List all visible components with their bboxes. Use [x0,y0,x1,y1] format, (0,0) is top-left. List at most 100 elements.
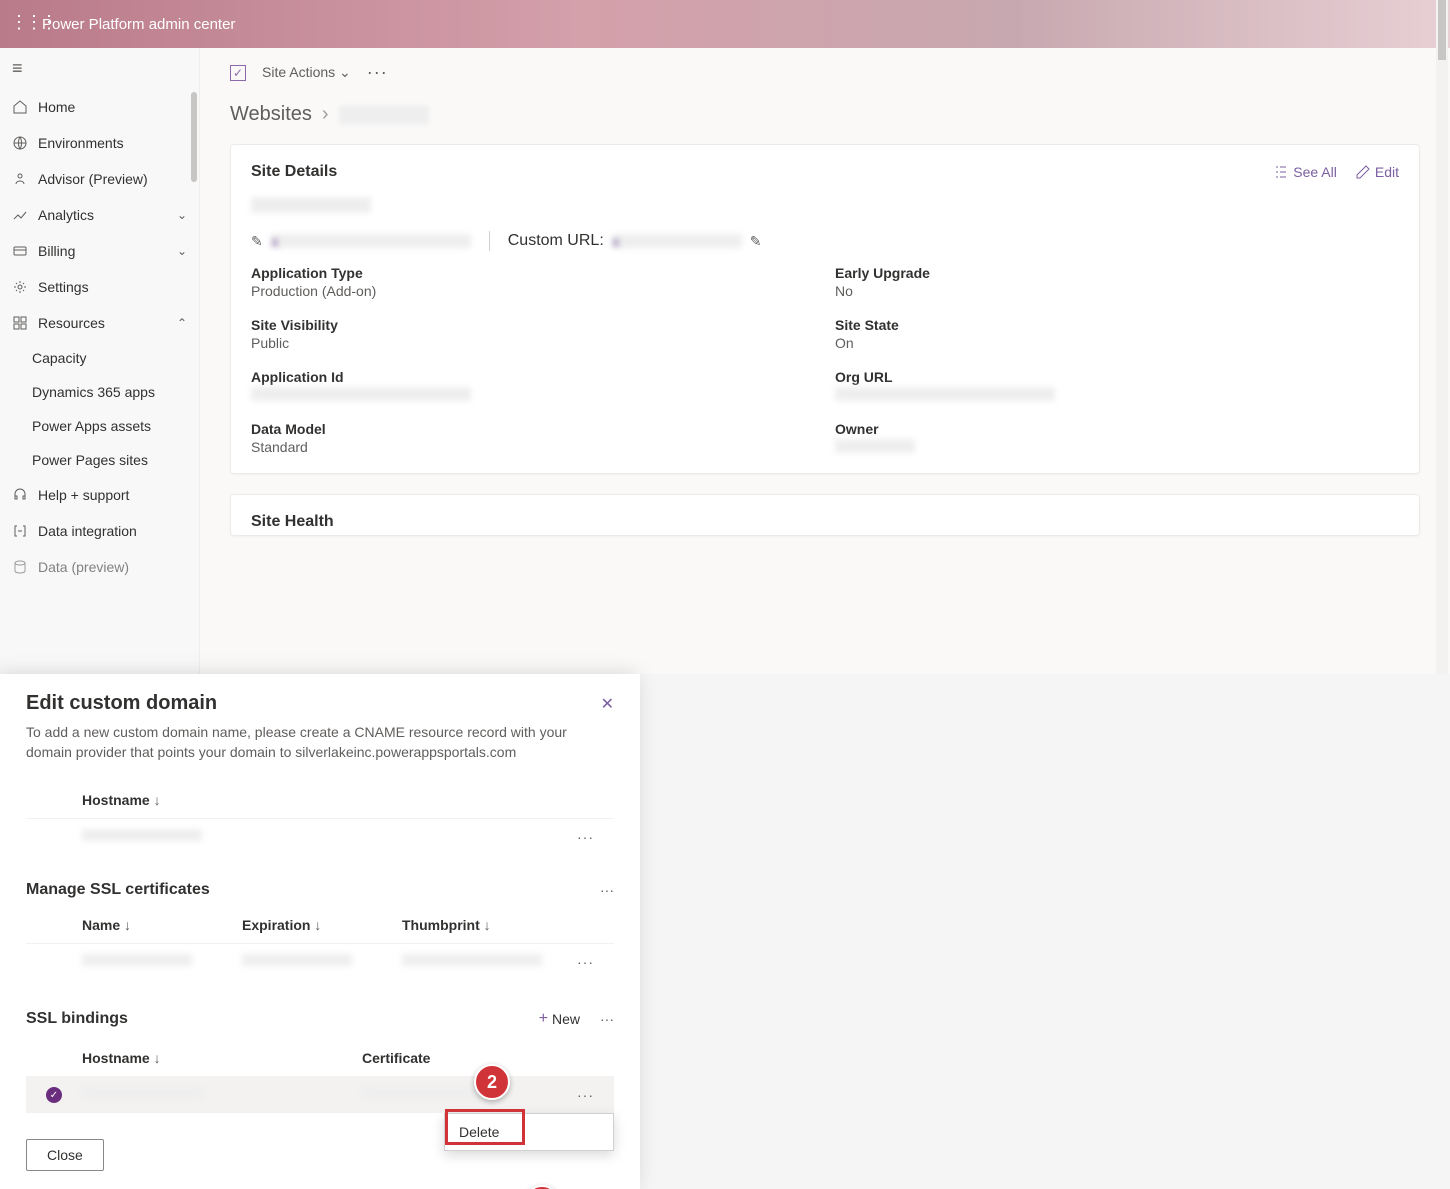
breadcrumb: Websites › [230,97,1420,144]
sidebar-item-analytics[interactable]: Analytics ⌄ [0,197,199,233]
col-expiration[interactable]: Expiration [242,917,402,933]
edit-button[interactable]: Edit [1355,164,1399,180]
waffle-icon[interactable] [12,16,28,32]
card-title: Site Details [251,163,337,181]
field-label: Org URL [835,369,1399,385]
sidebar-item-home[interactable]: Home [0,89,199,125]
col-hostname[interactable]: Hostname [82,792,302,808]
field-label: Application Id [251,369,815,385]
database-icon [12,559,28,575]
site-health-card: Site Health [230,494,1420,536]
binding-host-redacted: x [82,1087,202,1099]
sidebar-sub-capacity[interactable]: Capacity [0,341,199,375]
close-icon[interactable]: ✕ [601,694,614,714]
site-url-redacted: x [271,234,471,248]
sidebar-item-label: Advisor (Preview) [38,171,148,187]
section-title: Manage SSL certificates [26,881,210,899]
sidebar-item-data-preview[interactable]: Data (preview) [0,549,199,585]
globe-icon [12,135,28,151]
sidebar-item-label: Resources [38,315,105,331]
command-bar: ✓ Site Actions ⌄ ··· [230,48,1420,97]
field-label: Application Type [251,265,815,281]
cert-thumb-redacted: x [402,954,542,966]
checkbox-icon[interactable]: ✓ [230,65,246,81]
advisor-icon [12,171,28,187]
chevron-down-icon: ⌄ [177,208,187,222]
hostname-redacted: x [82,829,202,841]
site-details-card: Site Details See All Edit xxxxx ✎ x Cust… [230,144,1420,474]
panel-description: To add a new custom domain name, please … [26,723,614,762]
sidebar-item-help[interactable]: Help + support [0,477,199,513]
sidebar-item-label: Home [38,99,75,115]
table-row[interactable]: ✓ x x ··· Delete [26,1077,614,1113]
edit-custom-domain-panel: Edit custom domain ✕ To add a new custom… [0,674,640,1189]
sidebar-item-environments[interactable]: Environments [0,125,199,161]
page-scrollbar[interactable] [1436,0,1448,674]
sidebar-sub-dynamics[interactable]: Dynamics 365 apps [0,375,199,409]
app-id-redacted: x [251,387,471,401]
sidebar-sub-powerapps-assets[interactable]: Power Apps assets [0,409,199,443]
col-thumbprint[interactable]: Thumbprint [402,917,614,933]
chevron-right-icon: › [322,103,329,126]
headset-icon [12,487,28,503]
sidebar-item-label: Data integration [38,523,137,539]
chevron-down-icon: ⌄ [177,244,187,258]
chevron-down-icon: ⌄ [339,64,351,80]
home-icon [12,99,28,115]
field-label: Early Upgrade [835,265,1399,281]
col-hostname[interactable]: Hostname [82,1050,302,1066]
close-button[interactable]: Close [26,1139,104,1171]
header-title: Power Platform admin center [42,16,235,33]
see-all-button[interactable]: See All [1273,164,1337,180]
binding-cert-redacted: x [362,1087,482,1099]
hamburger-icon[interactable]: ≡ [0,48,199,89]
section-title: SSL bindings [26,1010,128,1028]
field-label: Owner [835,421,1399,437]
sidebar-item-resources[interactable]: Resources ⌃ [0,305,199,341]
chart-icon [12,207,28,223]
sidebar-item-settings[interactable]: Settings [0,269,199,305]
sidebar-sub-powerpages-sites[interactable]: Power Pages sites [0,443,199,477]
check-icon: ✓ [46,1087,62,1103]
more-icon[interactable]: ··· [577,954,594,970]
sidebar-item-billing[interactable]: Billing ⌄ [0,233,199,269]
pencil-icon[interactable]: ✎ [750,233,762,250]
gear-icon [12,279,28,295]
new-button[interactable]: +New [531,1006,588,1032]
more-icon[interactable]: ··· [367,62,388,83]
table-row[interactable]: x x x ··· [26,944,614,980]
card-title: Site Health [251,513,334,530]
more-icon[interactable]: ··· [600,882,614,898]
cert-exp-redacted: x [242,954,352,966]
context-menu: Delete [444,1113,614,1151]
sidebar-item-data-integration[interactable]: Data integration [0,513,199,549]
sidebar-item-advisor[interactable]: Advisor (Preview) [0,161,199,197]
more-icon[interactable]: ··· [577,829,594,845]
sidebar-item-label: Help + support [38,487,129,503]
field-label: Data Model [251,421,815,437]
field-value: Public [251,335,815,351]
table-row[interactable]: x ··· [26,819,614,855]
bindings-header: Hostname Certificate [26,1040,614,1077]
field-label: Site Visibility [251,317,815,333]
menu-item-delete[interactable]: Delete [445,1114,613,1150]
sidebar-scrollbar[interactable] [191,92,197,182]
more-icon[interactable]: ··· [600,1011,614,1027]
owner-redacted: x [835,439,915,453]
pencil-icon[interactable]: ✎ [251,233,263,250]
breadcrumb-root[interactable]: Websites [230,103,312,126]
plus-icon: + [539,1010,548,1028]
sidebar-item-label: Billing [38,243,75,259]
more-icon[interactable]: ··· [577,1087,594,1103]
cert-name-redacted: x [82,954,192,966]
col-name[interactable]: Name [82,917,242,933]
sidebar-item-label: Settings [38,279,89,295]
org-url-redacted: x [835,387,1055,401]
divider [489,231,490,251]
site-actions-button[interactable]: Site Actions ⌄ [262,64,351,81]
field-value: Production (Add-on) [251,283,815,299]
col-certificate[interactable]: Certificate [302,1050,614,1066]
annotation-callout-1: 1 [524,1185,560,1189]
chevron-up-icon: ⌃ [177,316,187,330]
field-value: Standard [251,439,815,455]
